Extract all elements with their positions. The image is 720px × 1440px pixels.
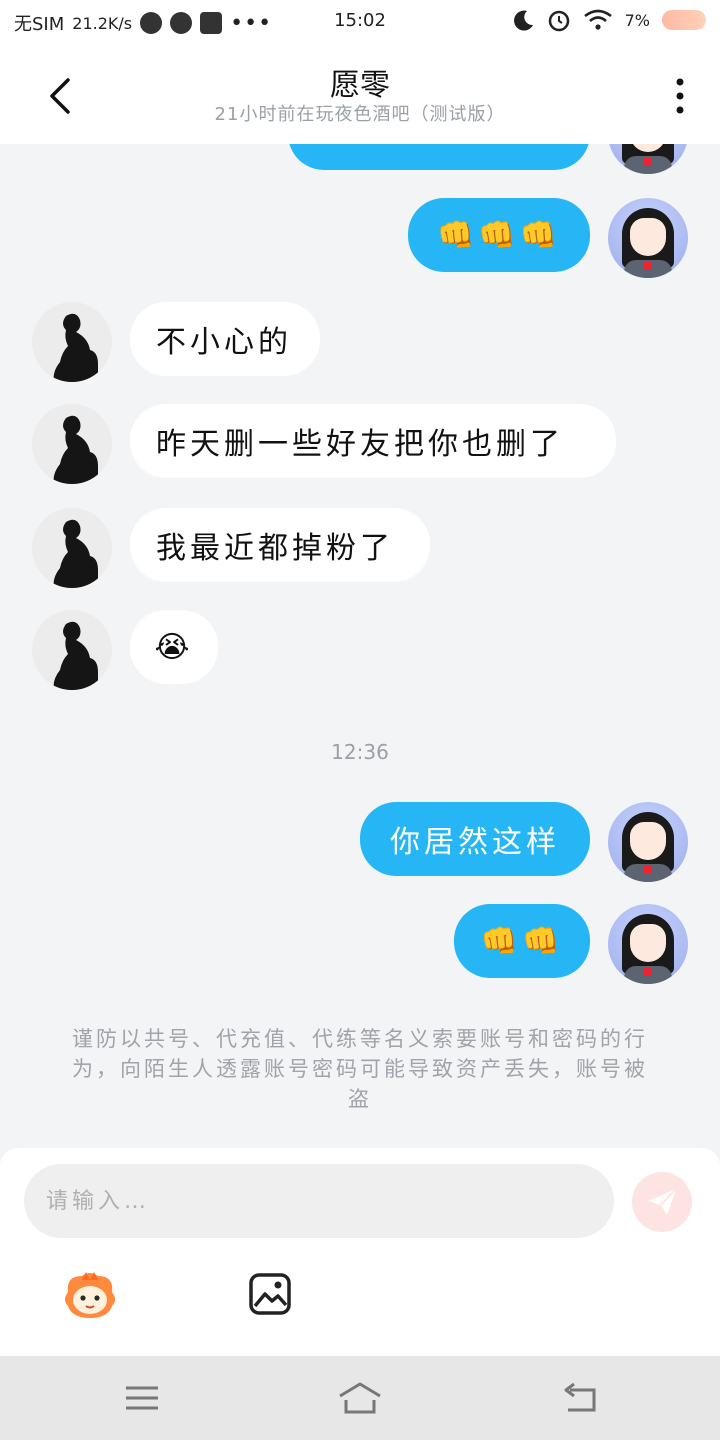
input-panel (0, 1148, 720, 1356)
my-avatar[interactable] (608, 198, 688, 278)
message-bubble-outgoing[interactable]: 👊👊👊 (408, 198, 590, 272)
moon-icon (513, 10, 533, 31)
my-avatar[interactable] (608, 144, 688, 174)
battery-percent: 7% (624, 10, 650, 30)
message-bubble-outgoing[interactable] (288, 144, 590, 170)
more-dots-icon: ••• (230, 10, 273, 36)
chat-header: 愿零 21小时前在玩夜色酒吧（测试版） (0, 46, 720, 144)
message-bubble-incoming[interactable]: 😭 (130, 610, 218, 684)
chat-area[interactable]: 👊👊👊 不小心的 昨天删一些好友把你也删了 我最近都掉粉了 😭 12:36 你居… (0, 144, 720, 1148)
status-bar: 无SIM 21.2K/s ••• 15:02 7% (0, 0, 720, 46)
contact-name: 愿零 (330, 68, 390, 103)
planet-icon (140, 12, 163, 34)
wifi-icon (583, 9, 612, 30)
security-notice: 谨防以共号、代充值、代练等名义索要账号和密码的行为，向陌生人透露账号密码可能导致… (72, 1027, 648, 1111)
alarm-icon (548, 10, 569, 32)
message-timestamp: 12:36 (331, 740, 389, 764)
send-button[interactable] (632, 1172, 692, 1232)
paper-plane-icon (648, 1188, 677, 1215)
message-bubble-incoming[interactable]: 不小心的 (130, 302, 320, 376)
contact-avatar[interactable] (32, 610, 112, 690)
contact-avatar[interactable] (32, 508, 112, 588)
image-icon[interactable] (248, 1272, 292, 1316)
contact-status: 21小时前在玩夜色酒吧（测试版） (214, 104, 506, 125)
mascot-sticker-icon[interactable] (62, 1270, 118, 1320)
my-avatar[interactable] (608, 802, 688, 882)
message-bubble-outgoing[interactable]: 你居然这样 (360, 802, 590, 876)
contact-avatar[interactable] (32, 404, 112, 484)
message-bubble-incoming[interactable]: 昨天删一些好友把你也删了 (130, 404, 616, 478)
message-bubble-outgoing[interactable]: 👊👊 (454, 904, 590, 978)
carrier-label: 无SIM (14, 14, 65, 35)
system-navbar (0, 1356, 720, 1440)
home-icon[interactable] (336, 1380, 384, 1416)
contact-avatar[interactable] (32, 302, 112, 382)
message-bubble-incoming[interactable]: 我最近都掉粉了 (130, 508, 430, 582)
my-avatar[interactable] (608, 904, 688, 984)
message-input[interactable] (24, 1164, 614, 1238)
battery-icon (662, 10, 706, 30)
menu-icon[interactable] (122, 1380, 162, 1416)
back-icon[interactable] (560, 1380, 600, 1416)
network-speed: 21.2K/s (72, 13, 133, 33)
vertical-dots-icon[interactable] (666, 74, 694, 118)
database-icon (200, 12, 223, 34)
palette-icon (170, 12, 193, 34)
status-right: 7% (513, 8, 706, 32)
status-left: 无SIM 21.2K/s ••• (14, 10, 272, 36)
